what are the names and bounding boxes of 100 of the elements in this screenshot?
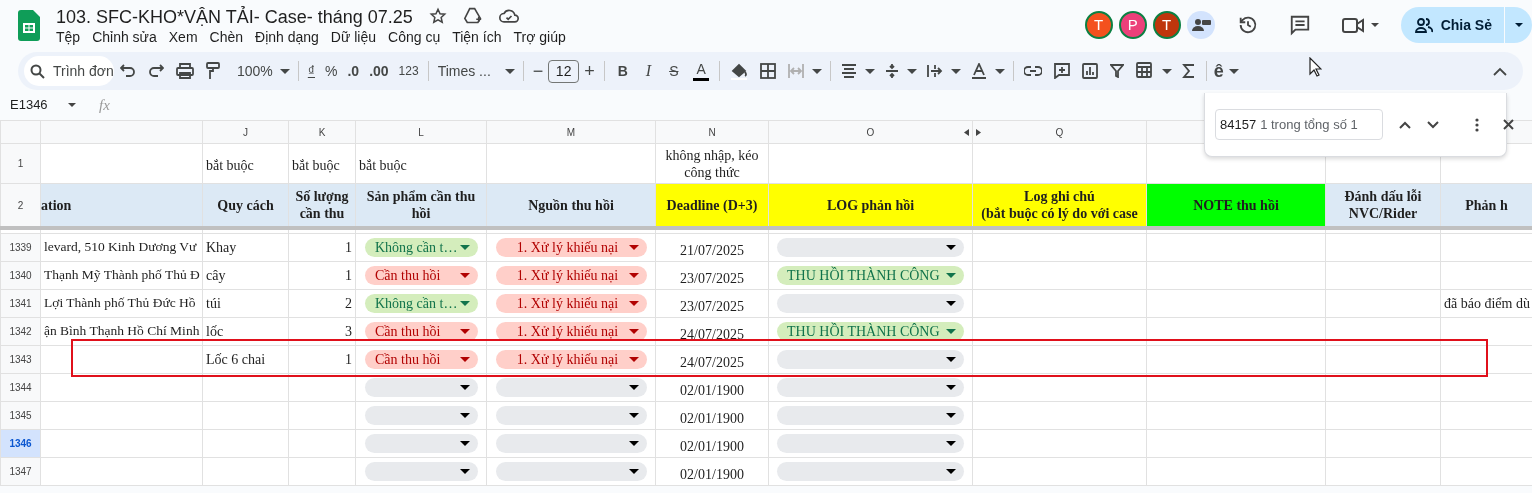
font-size-field[interactable]: 12 xyxy=(548,59,580,83)
caret-icon[interactable] xyxy=(1228,68,1239,74)
undo-icon[interactable] xyxy=(120,64,136,78)
caret-icon[interactable] xyxy=(950,68,961,74)
decrease-decimal-button[interactable]: .0 xyxy=(342,57,365,85)
zoom-select[interactable]: 100% xyxy=(232,57,278,85)
dropdown-chip[interactable]: 1. Xử lý khiếu nại xyxy=(496,349,647,369)
italic-button[interactable]: I xyxy=(636,57,661,85)
caret-icon[interactable] xyxy=(994,68,1005,74)
caret-icon[interactable] xyxy=(279,68,290,74)
menu-search-field[interactable]: Trình đơn xyxy=(24,56,114,86)
dropdown-chip[interactable]: 1. Xử lý khiếu nại xyxy=(496,265,647,285)
row-header[interactable]: 1341 xyxy=(0,289,41,317)
menu-item[interactable]: Chỉnh sửa xyxy=(86,28,163,46)
strikethrough-button[interactable]: S xyxy=(660,57,688,85)
row-header[interactable]: 1342 xyxy=(0,317,41,345)
hidden-column-icon[interactable] xyxy=(976,129,981,136)
redo-icon[interactable] xyxy=(148,64,164,78)
menu-item[interactable]: Dữ liệu xyxy=(324,28,383,46)
dropdown-chip[interactable]: 1. Xử lý khiếu nại xyxy=(496,293,647,313)
caret-icon[interactable] xyxy=(906,68,917,74)
row-header[interactable]: 1343 xyxy=(0,345,41,373)
row-header[interactable]: 1346 xyxy=(0,429,41,457)
filter-icon[interactable] xyxy=(1109,64,1124,78)
cloud-icon[interactable] xyxy=(498,8,519,24)
bold-button[interactable]: B xyxy=(608,57,637,85)
caret-icon[interactable] xyxy=(460,468,470,474)
paint-format-icon[interactable] xyxy=(206,62,220,80)
caret-icon[interactable] xyxy=(946,440,956,446)
link-icon[interactable] xyxy=(1023,66,1042,76)
collapse-toolbar-icon[interactable] xyxy=(1493,66,1507,76)
caret-icon[interactable] xyxy=(946,468,956,474)
more-icon[interactable] xyxy=(1475,117,1479,132)
column-header[interactable]: N xyxy=(708,126,716,138)
caret-icon[interactable] xyxy=(629,412,639,418)
column-header[interactable]: O xyxy=(866,126,875,138)
input-tools-button[interactable]: ê xyxy=(1210,57,1227,85)
column-header[interactable]: Q xyxy=(1055,126,1064,138)
text-rotation-icon[interactable] xyxy=(970,63,987,79)
share-button[interactable]: Chia Sẻ xyxy=(1400,7,1504,43)
drive-move-icon[interactable] xyxy=(462,7,483,25)
currency-format-button[interactable]: ₫ xyxy=(302,57,320,85)
row-header[interactable]: 1339 xyxy=(0,233,41,261)
menu-item[interactable]: Xem xyxy=(162,28,204,46)
menu-item[interactable]: Tệp xyxy=(50,28,87,46)
row-header[interactable]: 1347 xyxy=(0,457,41,485)
spreadsheet-logo-icon[interactable] xyxy=(18,9,40,41)
comment-icon[interactable] xyxy=(1288,14,1311,36)
dropdown-chip[interactable]: 1. Xử lý khiếu nại xyxy=(496,237,647,257)
dropdown-chip[interactable]: Không cần t… xyxy=(365,237,478,257)
chevron-up-icon[interactable] xyxy=(1399,120,1411,129)
percent-format-button[interactable]: % xyxy=(320,57,343,85)
dropdown-chip[interactable]: Không cần t… xyxy=(365,293,478,313)
font-select[interactable]: Times ... xyxy=(432,57,503,85)
menu-item[interactable]: Chèn xyxy=(203,28,250,46)
row-header[interactable]: 1345 xyxy=(0,401,41,429)
people-chip-icon[interactable] xyxy=(1186,11,1215,39)
increase-font-size-button[interactable]: + xyxy=(579,57,600,85)
caret-icon[interactable] xyxy=(68,103,76,107)
print-icon[interactable] xyxy=(176,63,194,79)
caret-icon[interactable] xyxy=(946,356,956,362)
caret-icon[interactable] xyxy=(946,244,956,250)
merge-cells-icon[interactable] xyxy=(787,63,804,79)
column-header[interactable]: J xyxy=(243,126,248,138)
column-header[interactable]: K xyxy=(318,126,326,138)
caret-icon[interactable] xyxy=(1161,68,1172,74)
find-field[interactable]: 84157 1 trong tổng số 1 xyxy=(1215,109,1383,140)
decrease-font-size-button[interactable]: − xyxy=(527,57,549,85)
chevron-down-icon[interactable] xyxy=(1427,120,1439,129)
document-title[interactable]: 103. SFC-KHO*VẬN TẢI- Case- tháng 07.25 xyxy=(56,6,413,28)
row-header[interactable]: 1 xyxy=(0,143,41,184)
fill-color-icon[interactable] xyxy=(729,62,748,80)
dropdown-chip[interactable]: Cần thu hồi xyxy=(365,349,478,369)
vertical-align-icon[interactable] xyxy=(884,63,899,79)
name-box[interactable]: E1346 xyxy=(10,95,68,115)
caret-icon[interactable] xyxy=(629,384,639,390)
row-header[interactable]: 1344 xyxy=(0,373,41,401)
caret-icon[interactable] xyxy=(504,68,515,74)
insert-comment-icon[interactable] xyxy=(1053,63,1070,79)
star-icon[interactable] xyxy=(428,7,447,25)
column-header[interactable]: M xyxy=(566,126,576,138)
menu-item[interactable]: Tiện ích xyxy=(446,28,508,46)
video-call-button[interactable] xyxy=(1340,15,1379,35)
caret-icon[interactable] xyxy=(946,300,956,306)
caret-icon[interactable] xyxy=(460,384,470,390)
close-icon[interactable] xyxy=(1503,119,1514,130)
table-icon[interactable] xyxy=(1135,62,1154,80)
caret-icon[interactable] xyxy=(460,412,470,418)
avatar[interactable]: P xyxy=(1118,11,1147,39)
borders-icon[interactable] xyxy=(759,63,776,79)
caret-icon[interactable] xyxy=(629,468,639,474)
more-formats-button[interactable]: 123 xyxy=(393,57,424,85)
menu-item[interactable]: Định dạng xyxy=(249,28,325,46)
text-wrapping-icon[interactable] xyxy=(926,64,943,78)
caret-icon[interactable] xyxy=(460,440,470,446)
column-header[interactable]: L xyxy=(418,126,424,138)
row-header[interactable]: 1340 xyxy=(0,261,41,289)
chart-icon[interactable] xyxy=(1081,63,1098,79)
menu-item[interactable]: Trợ giúp xyxy=(507,28,572,46)
sum-icon[interactable] xyxy=(1181,64,1196,78)
